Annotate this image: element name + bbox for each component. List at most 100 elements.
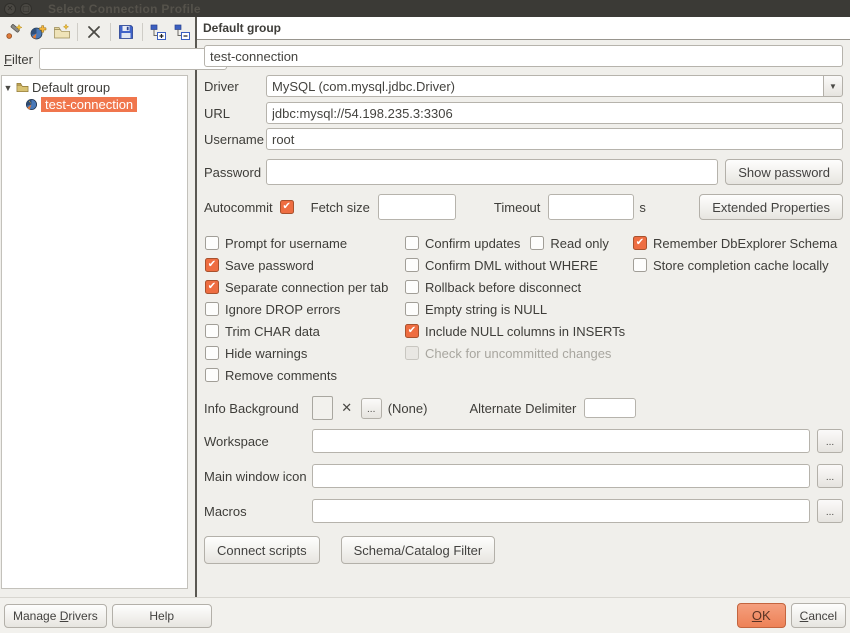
profile-icon: [25, 98, 38, 111]
folder-icon: [16, 81, 29, 94]
workspace-input[interactable]: [312, 429, 810, 453]
macros-input[interactable]: [312, 499, 810, 523]
option-label: Confirm DML without WHERE: [425, 258, 598, 273]
password-input[interactable]: [266, 159, 718, 185]
option-ignore-drop-errors[interactable]: Ignore DROP errors: [205, 302, 340, 317]
option-label: Store completion cache locally: [653, 258, 829, 273]
checkbox-icon[interactable]: [205, 236, 219, 250]
checkbox-icon[interactable]: ✔: [405, 324, 419, 338]
pick-color-button[interactable]: ...: [361, 398, 382, 419]
close-window-icon[interactable]: ✕: [4, 3, 16, 15]
option-save-password[interactable]: ✔Save password: [205, 258, 314, 273]
alternate-delimiter-input[interactable]: [584, 398, 636, 418]
option-label: Empty string is NULL: [425, 302, 547, 317]
option-label: Confirm updates: [425, 236, 520, 251]
maximize-window-icon[interactable]: ▢: [20, 3, 32, 15]
option-label: Separate connection per tab: [225, 280, 388, 295]
username-input[interactable]: [266, 128, 843, 150]
workspace-browse-button[interactable]: ...: [817, 429, 843, 453]
window-title: Select Connection Profile: [48, 2, 201, 16]
driver-select[interactable]: ▼: [266, 75, 843, 97]
timeout-input[interactable]: [548, 194, 634, 220]
checkbox-icon[interactable]: ✔: [205, 258, 219, 272]
clear-color-icon[interactable]: ✕: [336, 396, 358, 420]
driver-dropdown-icon[interactable]: ▼: [823, 75, 843, 97]
fetch-size-input[interactable]: [378, 194, 456, 220]
connect-scripts-button[interactable]: Connect scripts: [204, 536, 320, 564]
tree-profile-row[interactable]: test-connection: [2, 96, 187, 113]
option-label: Read only: [550, 236, 609, 251]
collapse-tree-icon[interactable]: [172, 20, 193, 44]
show-password-button[interactable]: Show password: [725, 159, 843, 185]
option-hide-warnings[interactable]: Hide warnings: [205, 346, 307, 361]
delete-profile-icon[interactable]: [83, 20, 104, 44]
option-label: Hide warnings: [225, 346, 307, 361]
option-prompt-for-username[interactable]: Prompt for username: [205, 236, 347, 251]
fetch-size-label: Fetch size: [311, 200, 370, 215]
option-confirm-updates[interactable]: Confirm updates: [405, 236, 520, 251]
checkbox-icon[interactable]: [205, 324, 219, 338]
option-label: Rollback before disconnect: [425, 280, 581, 295]
timeout-label: Timeout: [494, 200, 540, 215]
workspace-label: Workspace: [204, 434, 312, 449]
macros-browse-button[interactable]: ...: [817, 499, 843, 523]
option-separate-connection-per-tab[interactable]: ✔ Separate connection per tab: [205, 280, 388, 295]
new-profile-icon[interactable]: [3, 20, 24, 44]
tree-expander-icon[interactable]: ▼: [2, 83, 14, 93]
checkbox-icon[interactable]: [205, 302, 219, 316]
profile-tree[interactable]: ▼ Default group test-connection: [1, 75, 188, 589]
profile-name-input[interactable]: [204, 45, 843, 67]
option-confirm-dml-without-where[interactable]: Confirm DML without WHERE: [405, 258, 598, 273]
checkbox-icon[interactable]: [405, 258, 419, 272]
checkbox-icon[interactable]: [205, 346, 219, 360]
schema-catalog-filter-button[interactable]: Schema/Catalog Filter: [341, 536, 496, 564]
options-grid: Prompt for username✔Save password✔Separa…: [205, 232, 843, 386]
option-label: Include NULL columns in INSERTs: [425, 324, 625, 339]
new-group-icon[interactable]: [51, 20, 72, 44]
option-label: Ignore DROP errors: [225, 302, 340, 317]
checkbox-icon[interactable]: [405, 302, 419, 316]
checkbox-icon: [405, 346, 419, 360]
manage-drivers-button[interactable]: Manage Drivers: [4, 604, 107, 628]
driver-label: Driver: [204, 79, 266, 94]
checkbox-icon[interactable]: [405, 236, 419, 250]
extended-properties-button[interactable]: Extended Properties: [699, 194, 843, 220]
tree-group-row[interactable]: ▼ Default group: [2, 79, 187, 96]
url-input[interactable]: [266, 102, 843, 124]
checkbox-icon[interactable]: [530, 236, 544, 250]
checkbox-icon[interactable]: ✔: [205, 280, 219, 294]
expand-tree-icon[interactable]: [148, 20, 169, 44]
profile-toolbar: [0, 17, 195, 46]
cancel-button[interactable]: Cancel: [791, 603, 846, 628]
copy-profile-icon[interactable]: [27, 20, 48, 44]
checkbox-icon[interactable]: [633, 258, 647, 272]
main-window-icon-browse-button[interactable]: ...: [817, 464, 843, 488]
checkbox-icon[interactable]: [205, 368, 219, 382]
autocommit-label: Autocommit: [204, 200, 273, 215]
option-trim-char-data[interactable]: Trim CHAR data: [205, 324, 320, 339]
option-rollback-before-disconnect[interactable]: Rollback before disconnect: [405, 280, 581, 295]
driver-value-input[interactable]: [266, 75, 823, 97]
option-empty-string-is-null[interactable]: Empty string is NULL: [405, 302, 547, 317]
ok-button[interactable]: OK: [737, 603, 786, 628]
option-label: Trim CHAR data: [225, 324, 320, 339]
checkbox-icon[interactable]: ✔: [633, 236, 647, 250]
autocommit-checkbox[interactable]: ✔: [280, 200, 294, 214]
checkbox-icon[interactable]: [405, 280, 419, 294]
profile-sidebar: Filter ▼ Default group test-connection: [0, 17, 197, 597]
main-window-icon-input[interactable]: [312, 464, 810, 488]
password-label: Password: [204, 165, 266, 180]
option-include-null-columns-in-inserts[interactable]: ✔ Include NULL columns in INSERTs: [405, 324, 625, 339]
option-store-completion-cache-locally[interactable]: Store completion cache locally: [633, 258, 829, 273]
help-button[interactable]: Help: [112, 604, 212, 628]
option-remove-comments[interactable]: Remove comments: [205, 368, 337, 383]
info-background-swatch[interactable]: [312, 396, 333, 420]
option-read-only[interactable]: Read only: [530, 236, 609, 251]
tree-profile-label: test-connection: [41, 97, 137, 112]
dialog-window: ✕ ▢ Select Connection Profile: [0, 0, 850, 633]
alternate-delimiter-label: Alternate Delimiter: [469, 401, 576, 416]
info-background-label: Info Background: [204, 401, 299, 416]
option-remember-dbexplorer-schema[interactable]: ✔Remember DbExplorer Schema: [633, 236, 837, 251]
save-icon[interactable]: [116, 20, 137, 44]
option-label: Prompt for username: [225, 236, 347, 251]
